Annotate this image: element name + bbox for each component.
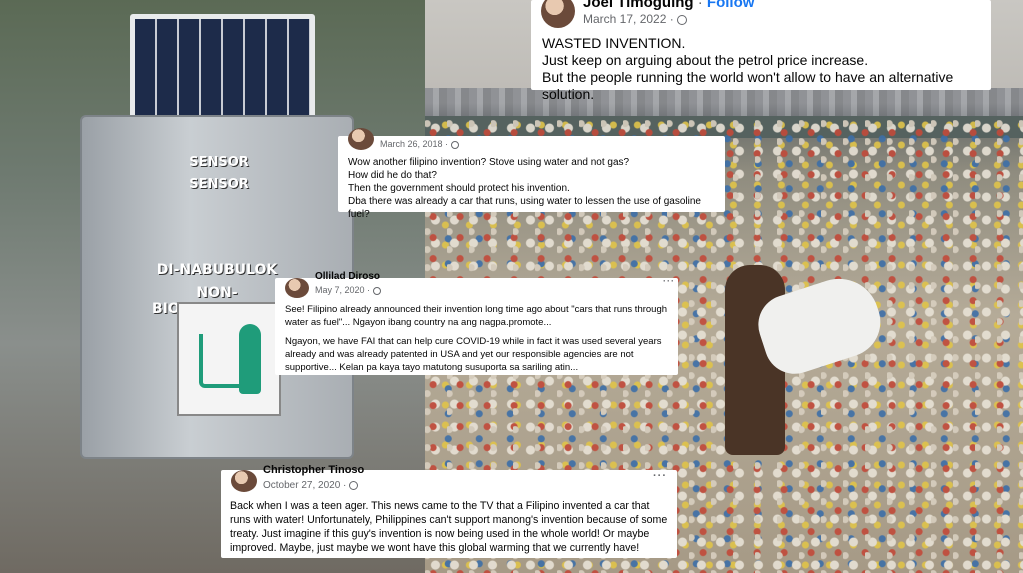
post-author[interactable]: Joel Timoguing — [583, 0, 694, 11]
comment-date[interactable]: October 27, 2020 · — [263, 480, 359, 491]
person-throwing-icon — [239, 324, 261, 394]
comment-text: How did he do that? — [348, 170, 437, 181]
globe-icon — [349, 480, 359, 490]
comment-text: Back when I was a teen ager. This news c… — [230, 500, 668, 554]
profile-avatar[interactable] — [285, 278, 309, 298]
comment-text: Then the government should protect his i… — [348, 183, 570, 194]
bin-sign-top: DI-NABUBULOK — [156, 262, 278, 278]
post-body: WASTED INVENTION. Just keep on arguing a… — [542, 35, 991, 103]
recycle-bin-sign — [177, 302, 281, 416]
comment-text: Wow another filipino invention? Stove us… — [348, 157, 630, 168]
follow-link[interactable]: Follow — [707, 0, 755, 11]
post-text: Just keep on arguing about the petrol pr… — [542, 52, 869, 68]
facebook-comment-card: Ollilad Diroso May 7, 2020 · ··· See! Fi… — [275, 271, 678, 375]
post-text: But the people running the world won't a… — [542, 69, 954, 102]
globe-icon — [373, 286, 382, 295]
profile-avatar[interactable] — [348, 128, 374, 150]
post-header: Joel Timoguing · Follow — [583, 0, 754, 11]
comment-text: Dba there was already a car that runs, u… — [348, 196, 701, 220]
globe-icon — [451, 140, 460, 149]
sensor-label: SENSOR — [189, 155, 249, 170]
comment-text: Ngayon, we have FAI that can help cure C… — [285, 336, 662, 373]
comment-body: See! Filipino already announced their in… — [285, 303, 675, 374]
post-date[interactable]: March 17, 2022 · — [583, 12, 687, 26]
comment-author[interactable]: Christopher Tinoso — [263, 464, 364, 476]
facebook-comment-card: Christopher Tinoso October 27, 2020 · ··… — [221, 464, 677, 558]
facebook-comment-card: March 26, 2018 · Wow another filipino in… — [338, 128, 725, 220]
comment-text: See! Filipino already announced their in… — [285, 304, 668, 328]
comment-date[interactable]: March 26, 2018 · — [380, 139, 460, 149]
more-options-icon[interactable]: ··· — [653, 470, 667, 482]
sensor-label: SENSOR — [189, 177, 249, 192]
profile-avatar[interactable] — [541, 0, 575, 28]
solar-panel-image — [130, 14, 315, 126]
separator: · — [697, 0, 703, 11]
comment-body: Back when I was a teen ager. This news c… — [230, 499, 670, 555]
post-text: WASTED INVENTION. — [542, 35, 686, 51]
more-options-icon[interactable]: ··· — [663, 276, 675, 286]
comment-author[interactable]: Ollilad Diroso — [315, 271, 380, 282]
profile-avatar[interactable] — [231, 470, 257, 492]
facebook-post-card: Joel Timoguing · Follow March 17, 2022 ·… — [531, 0, 991, 102]
comment-body: Wow another filipino invention? Stove us… — [348, 156, 725, 221]
comment-date[interactable]: May 7, 2020 · — [315, 285, 382, 295]
globe-icon — [676, 14, 687, 25]
